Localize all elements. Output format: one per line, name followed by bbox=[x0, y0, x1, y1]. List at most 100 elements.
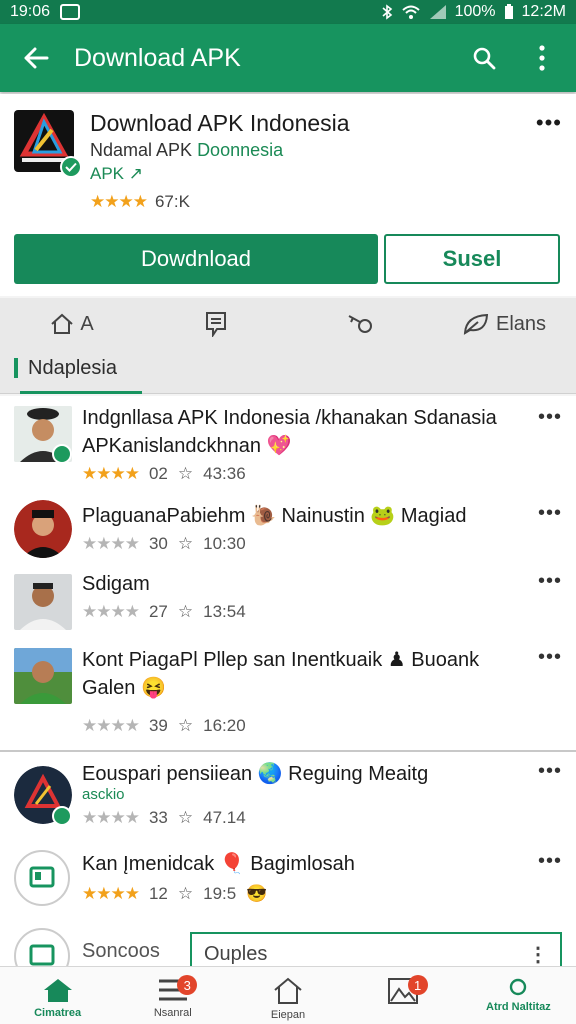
item-meta: ★★★★ 30 ☆ 10:30 bbox=[82, 534, 246, 554]
star-rating-icon: ★★★★ bbox=[90, 192, 148, 211]
nav-item-list[interactable]: 3 Nsanral bbox=[115, 967, 230, 1024]
item-title: Eouspari pensiiean 🌏 Reguing Meaitg bbox=[82, 763, 429, 785]
compose-field-value: Ouples bbox=[204, 942, 268, 965]
item-meta: ★★★★ 39 ☆ 16:20 bbox=[82, 716, 246, 736]
nav-label: Atrd Naltitaz bbox=[486, 1001, 551, 1013]
list-item[interactable]: Kont PiagaPl Pllep san Inentkuaik ♟ Buoa… bbox=[0, 640, 576, 746]
item-title: Sdigam bbox=[82, 573, 150, 595]
list-item[interactable]: Sdigam ★★★★ 27 ☆ 13:54 ••• bbox=[0, 568, 576, 638]
item-tag: asckio bbox=[82, 786, 125, 803]
house-outline-icon bbox=[274, 977, 302, 1004]
star-outline-icon: ☆ bbox=[177, 808, 194, 827]
app-more-button[interactable]: ••• bbox=[536, 110, 562, 136]
star-outline-icon: ☆ bbox=[177, 464, 194, 483]
tab-key[interactable] bbox=[288, 298, 432, 350]
emoji-icon: 😝 bbox=[140, 677, 166, 699]
item-time: 47.14 bbox=[203, 808, 246, 827]
avatar bbox=[14, 648, 72, 704]
battery-level: 100% bbox=[454, 3, 496, 20]
list-item[interactable]: PlaguanaРabiehm 🐌 Nainustin 🐸 Magiad ★★★… bbox=[0, 496, 576, 566]
nav-item-home[interactable]: Cimatrea bbox=[0, 967, 115, 1024]
key-icon bbox=[348, 315, 372, 333]
item-meta: ★★★★ 27 ☆ 13:54 bbox=[82, 602, 246, 622]
star-outline-icon: ☆ bbox=[177, 716, 194, 735]
item-more-button[interactable]: ••• bbox=[538, 570, 562, 593]
item-title: PlaguanaРabiehm 🐌 Nainustin 🐸 Magiad bbox=[82, 505, 467, 527]
nav-item-image[interactable]: 1 bbox=[346, 967, 461, 1024]
item-more-button[interactable]: ••• bbox=[538, 502, 562, 525]
star-outline-icon: ☆ bbox=[177, 884, 194, 903]
more-vert-icon bbox=[539, 45, 545, 71]
verified-badge-icon bbox=[52, 444, 72, 464]
section-underline bbox=[20, 391, 142, 394]
status-clock: 12:2M bbox=[521, 3, 566, 20]
star-rating-icon: ★★★★ bbox=[82, 464, 140, 483]
bottom-nav: Cimatrea 3 Nsanral Eiepan 1 Atrd Naltita… bbox=[0, 966, 576, 1024]
item-title: Kan Įmenidcak 🎈 Bagimlosah bbox=[82, 853, 355, 875]
app-title: Download APK Indonesia bbox=[90, 110, 350, 136]
star-rating-icon: ★★★★ bbox=[82, 808, 140, 827]
tab-home[interactable]: A bbox=[0, 298, 144, 350]
list-item[interactable]: Indgnllasa APK Indonesia /khanakan Sdana… bbox=[0, 396, 576, 496]
item-more-button[interactable]: ••• bbox=[538, 850, 562, 873]
avatar bbox=[14, 500, 72, 558]
tab-news[interactable] bbox=[144, 298, 288, 350]
item-count: 27 bbox=[148, 602, 168, 621]
item-meta: ★★★★ 12 ☆ 19:5 😎 bbox=[82, 884, 267, 904]
arrow-left-icon bbox=[24, 47, 49, 69]
list-item[interactable]: Kan Įmenidcak 🎈 Bagimlosah ★★★★ 12 ☆ 19:… bbox=[0, 846, 576, 922]
rating-count: 67:K bbox=[154, 192, 190, 211]
nav-item-pin[interactable]: Atrd Naltitaz bbox=[461, 967, 576, 1024]
item-meta: ★★★★ 33 ☆ 47.14 bbox=[82, 808, 246, 828]
wifi-icon bbox=[401, 5, 420, 19]
section-header: Ndaplesia bbox=[0, 350, 576, 394]
app-header-card: Download APK Indonesia Ndamal APK Doonne… bbox=[0, 94, 576, 296]
item-count: 39 bbox=[148, 716, 168, 735]
overflow-menu-button[interactable] bbox=[522, 38, 562, 78]
nav-label: Cimatrea bbox=[34, 1007, 82, 1019]
app-subtitle: Ndamal APK Doonnesia bbox=[90, 140, 283, 161]
news-icon bbox=[206, 312, 226, 337]
list-item[interactable]: Eouspari pensiiean 🌏 Reguing Meaitg asck… bbox=[0, 758, 576, 842]
notification-badge: 1 bbox=[407, 975, 428, 995]
item-time: 16:20 bbox=[203, 716, 246, 735]
emoji-icon: 😎 bbox=[246, 884, 268, 903]
notification-icon bbox=[60, 4, 81, 20]
item-count: 02 bbox=[148, 464, 168, 483]
divider bbox=[0, 750, 576, 752]
heart-emoji-icon: 💖 bbox=[266, 435, 292, 457]
item-more-button[interactable]: ••• bbox=[538, 760, 562, 783]
notification-badge: 3 bbox=[177, 975, 198, 995]
app-tag: APK ↗ bbox=[90, 164, 143, 184]
star-rating-icon: ★★★★ bbox=[82, 602, 140, 621]
nav-item-house[interactable]: Eiepan bbox=[230, 967, 345, 1024]
app-bar: Download APK bbox=[0, 24, 576, 92]
item-meta: ★★★★ 02 ☆ 43:36 bbox=[82, 464, 246, 484]
item-more-button[interactable]: ••• bbox=[538, 406, 562, 429]
star-rating-icon: ★★★★ bbox=[82, 716, 140, 735]
item-count: 12 bbox=[148, 884, 168, 903]
nav-label: Nsanral bbox=[153, 1007, 192, 1019]
item-more-button[interactable]: ••• bbox=[538, 646, 562, 669]
bluetooth-icon bbox=[382, 4, 392, 20]
page-title: Download APK bbox=[74, 43, 241, 72]
tab-bar: A Elans bbox=[0, 298, 576, 350]
tab-elans[interactable]: Elans bbox=[432, 298, 576, 350]
search-button[interactable] bbox=[464, 38, 504, 78]
item-time: 13:54 bbox=[203, 602, 246, 621]
back-button[interactable] bbox=[14, 36, 58, 80]
tab-elans-label: Elans bbox=[495, 312, 547, 335]
signal-icon bbox=[429, 5, 446, 19]
app-rating: ★★★★ 67:K bbox=[90, 192, 190, 212]
item-time: 10:30 bbox=[203, 534, 246, 553]
secondary-button[interactable]: Susel bbox=[384, 234, 560, 284]
app-subtitle-highlight: Doonnesia bbox=[197, 140, 284, 160]
leaf-icon bbox=[463, 313, 489, 335]
item-title: Kont PiagaPl Pllep san Inentkuaik ♟ Buoa… bbox=[82, 646, 532, 702]
download-button[interactable]: Dowdnload bbox=[14, 234, 378, 284]
more-vert-icon[interactable]: ⋮ bbox=[528, 942, 548, 967]
avatar bbox=[14, 850, 70, 906]
item-count: 30 bbox=[148, 534, 168, 553]
star-rating-icon: ★★★★ bbox=[82, 884, 140, 903]
avatar bbox=[14, 574, 72, 630]
